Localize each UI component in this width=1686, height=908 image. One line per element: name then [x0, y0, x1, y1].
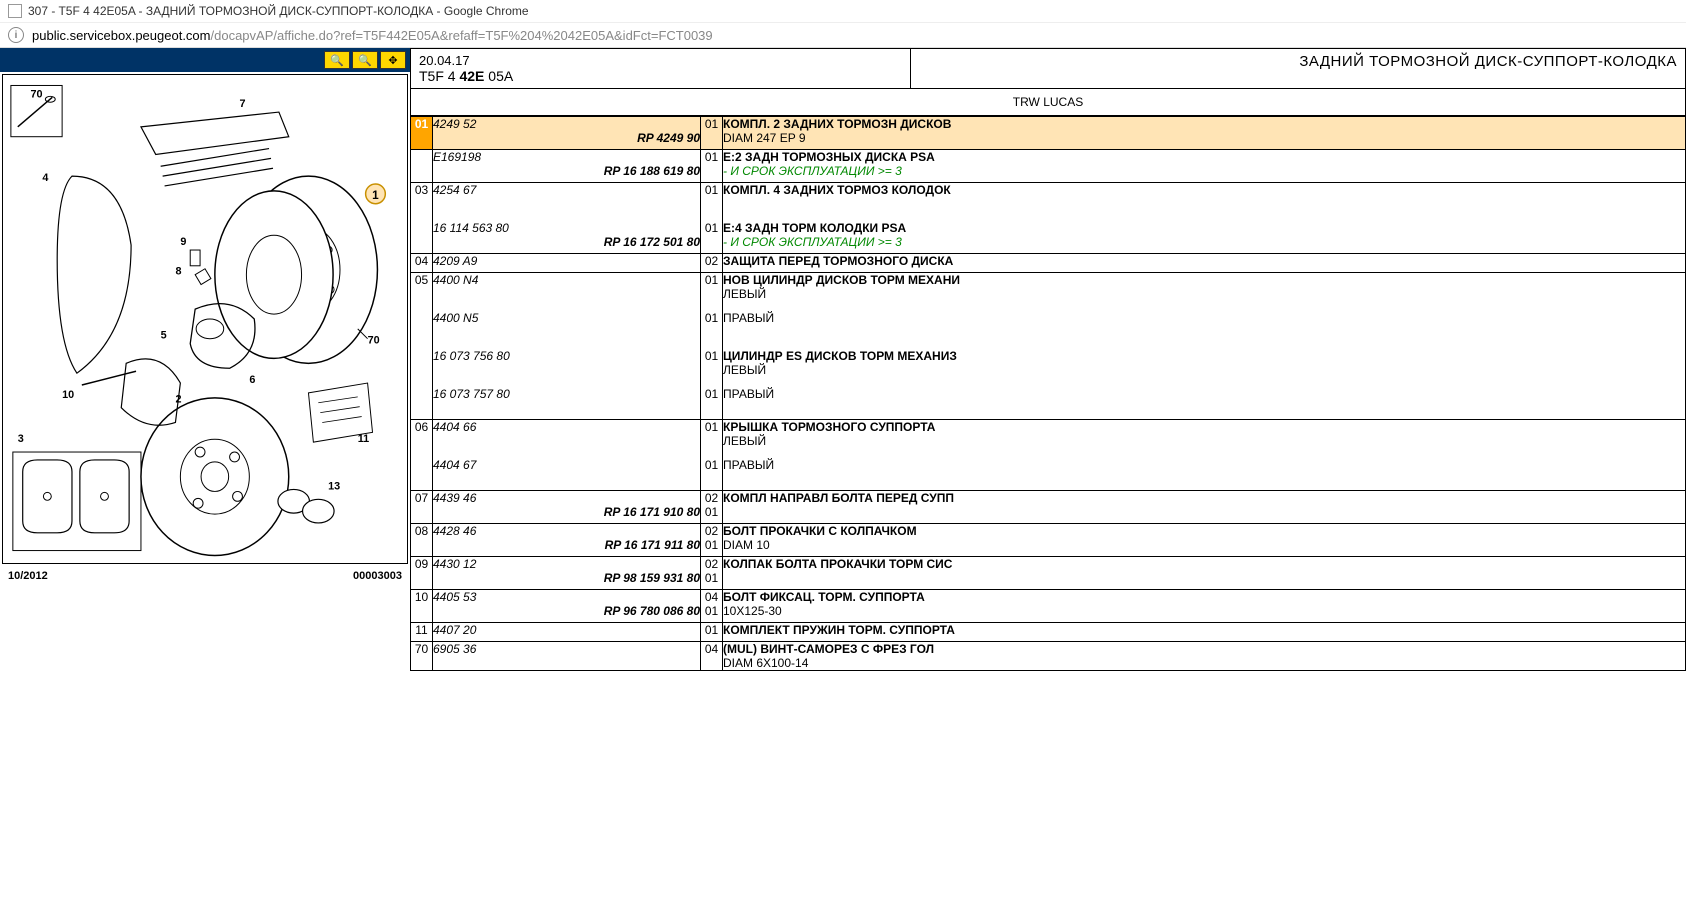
- part-number: 10: [411, 590, 433, 623]
- part-row[interactable]: 074439 46RP 16 171 910 800201КОМПЛ НАПРА…: [411, 491, 1686, 524]
- part-description: (MUL) ВИНТ-САМОРЕЗ С ФРЕЗ ГОЛDIAM 6X100-…: [723, 642, 1686, 671]
- part-reference: 4430 12RP 98 159 931 80: [433, 557, 701, 590]
- part-reference: 6905 36: [433, 642, 701, 671]
- part-description: КРЫШКА ТОРМОЗНОГО СУППОРТАЛЕВЫЙПРАВЫЙ: [723, 420, 1686, 491]
- part-number: 01: [411, 117, 433, 150]
- part-reference: 4405 53RP 96 780 086 80: [433, 590, 701, 623]
- part-row[interactable]: 104405 53RP 96 780 086 800401БОЛТ ФИКСАЦ…: [411, 590, 1686, 623]
- part-qty: 01: [701, 117, 723, 150]
- part-qty: 01: [701, 623, 723, 642]
- part-description: E:2 ЗАДН ТОРМОЗНЫХ ДИСКА PSA- И СРОК ЭКС…: [723, 150, 1686, 183]
- svg-text:4: 4: [42, 172, 48, 184]
- part-description: КОМПЛ НАПРАВЛ БОЛТА ПЕРЕД СУПП: [723, 491, 1686, 524]
- part-qty: 01: [701, 150, 723, 183]
- part-reference: 4439 46RP 16 171 910 80: [433, 491, 701, 524]
- part-number: 70: [411, 642, 433, 671]
- zoom-in-button[interactable]: 🔍: [324, 51, 350, 69]
- diagram-panel: 🔍 🔍 ✥ 70 7 4: [0, 48, 410, 671]
- diagram-date: 10/2012: [8, 570, 48, 582]
- svg-text:7: 7: [239, 98, 245, 110]
- part-number: 03: [411, 183, 433, 254]
- part-qty: 04: [701, 642, 723, 671]
- zoom-out-button[interactable]: 🔍: [352, 51, 378, 69]
- part-qty: 0401: [701, 590, 723, 623]
- part-row[interactable]: 094430 12RP 98 159 931 800201КОЛПАК БОЛТ…: [411, 557, 1686, 590]
- browser-tab[interactable]: 307 - T5F 4 42E05A - ЗАДНИЙ ТОРМОЗНОЙ ДИ…: [0, 0, 1686, 22]
- part-reference: 4400 N44400 N516 073 756 8016 073 757 80: [433, 273, 701, 420]
- part-number: 07: [411, 491, 433, 524]
- svg-text:70: 70: [368, 335, 380, 347]
- part-number: 06: [411, 420, 433, 491]
- part-description: ЗАЩИТА ПЕРЕД ТОРМОЗНОГО ДИСКА: [723, 254, 1686, 273]
- part-reference: 4249 52RP 4249 90: [433, 117, 701, 150]
- part-reference: E169198RP 16 188 619 80: [433, 150, 701, 183]
- part-reference: 4209 A9: [433, 254, 701, 273]
- header-row: 20.04.17 T5F 4 42E 05A ЗАДНИЙ ТОРМОЗНОЙ …: [410, 48, 1686, 89]
- part-qty: 0101: [701, 183, 723, 254]
- supplier-row: TRW LUCAS: [410, 89, 1686, 116]
- browser-chrome: 307 - T5F 4 42E05A - ЗАДНИЙ ТОРМОЗНОЙ ДИ…: [0, 0, 1686, 48]
- part-reference: 4407 20: [433, 623, 701, 642]
- part-qty: 0201: [701, 524, 723, 557]
- part-row[interactable]: 706905 3604(MUL) ВИНТ-САМОРЕЗ С ФРЕЗ ГОЛ…: [411, 642, 1686, 671]
- svg-text:5: 5: [161, 330, 167, 342]
- part-number: 04: [411, 254, 433, 273]
- diagram-code: 00003003: [353, 570, 402, 582]
- part-qty: 02: [701, 254, 723, 273]
- svg-text:8: 8: [175, 266, 181, 278]
- zoom-fit-button[interactable]: ✥: [380, 51, 406, 69]
- part-reference: 4428 46RP 16 171 911 80: [433, 524, 701, 557]
- page-icon: [8, 4, 22, 18]
- part-description: КОМПЛЕКТ ПРУЖИН ТОРМ. СУППОРТА: [723, 623, 1686, 642]
- part-reference: 4404 664404 67: [433, 420, 701, 491]
- svg-text:13: 13: [328, 480, 340, 492]
- svg-text:3: 3: [18, 433, 24, 445]
- part-qty: 0201: [701, 557, 723, 590]
- part-row[interactable]: 114407 2001КОМПЛЕКТ ПРУЖИН ТОРМ. СУППОРТ…: [411, 623, 1686, 642]
- info-icon[interactable]: i: [8, 27, 24, 43]
- svg-text:1: 1: [372, 188, 379, 202]
- part-description: КОЛПАК БОЛТА ПРОКАЧКИ ТОРМ СИС: [723, 557, 1686, 590]
- header-date: 20.04.17: [419, 53, 902, 68]
- part-number: [411, 150, 433, 183]
- parts-table: 014249 52RP 4249 9001КОМПЛ. 2 ЗАДНИХ ТОР…: [410, 116, 1686, 671]
- svg-text:10: 10: [62, 389, 74, 401]
- parts-list-panel: 20.04.17 T5F 4 42E 05A ЗАДНИЙ ТОРМОЗНОЙ …: [410, 48, 1686, 671]
- part-row[interactable]: 054400 N44400 N516 073 756 8016 073 757 …: [411, 273, 1686, 420]
- svg-text:70: 70: [30, 88, 42, 100]
- part-row[interactable]: 034254 6716 114 563 80RP 16 172 501 8001…: [411, 183, 1686, 254]
- part-number: 05: [411, 273, 433, 420]
- part-row[interactable]: 014249 52RP 4249 9001КОМПЛ. 2 ЗАДНИХ ТОР…: [411, 117, 1686, 150]
- part-row[interactable]: 084428 46RP 16 171 911 800201БОЛТ ПРОКАЧ…: [411, 524, 1686, 557]
- diagram-toolbar: 🔍 🔍 ✥: [0, 48, 410, 72]
- svg-text:9: 9: [180, 236, 186, 248]
- part-description: БОЛТ ФИКСАЦ. ТОРМ. СУППОРТА10X125-30: [723, 590, 1686, 623]
- part-reference: 4254 6716 114 563 80RP 16 172 501 80: [433, 183, 701, 254]
- part-description: КОМПЛ. 2 ЗАДНИХ ТОРМОЗН ДИСКОВDIAM 247 E…: [723, 117, 1686, 150]
- url: public.servicebox.peugeot.com/docapvAP/a…: [32, 28, 713, 43]
- part-number: 09: [411, 557, 433, 590]
- part-row[interactable]: 064404 664404 670101КРЫШКА ТОРМОЗНОГО СУ…: [411, 420, 1686, 491]
- address-bar[interactable]: i public.servicebox.peugeot.com/docapvAP…: [0, 22, 1686, 47]
- header-title: ЗАДНИЙ ТОРМОЗНОЙ ДИСК-СУППОРТ-КОЛОДКА: [911, 49, 1685, 88]
- tab-title: 307 - T5F 4 42E05A - ЗАДНИЙ ТОРМОЗНОЙ ДИ…: [28, 4, 529, 18]
- parts-diagram[interactable]: 70 7 4: [2, 74, 408, 564]
- part-qty: 0101: [701, 420, 723, 491]
- header-code: T5F 4 42E 05A: [419, 68, 902, 84]
- part-description: КОМПЛ. 4 ЗАДНИХ ТОРМОЗ КОЛОДОКE:4 ЗАДН Т…: [723, 183, 1686, 254]
- part-qty: 01010101: [701, 273, 723, 420]
- part-row[interactable]: 044209 A902ЗАЩИТА ПЕРЕД ТОРМОЗНОГО ДИСКА: [411, 254, 1686, 273]
- part-description: НОВ ЦИЛИНДР ДИСКОВ ТОРМ МЕХАНИЛЕВЫЙПРАВЫ…: [723, 273, 1686, 420]
- svg-text:6: 6: [249, 374, 255, 386]
- part-number: 08: [411, 524, 433, 557]
- part-row[interactable]: E169198RP 16 188 619 8001E:2 ЗАДН ТОРМОЗ…: [411, 150, 1686, 183]
- part-qty: 0201: [701, 491, 723, 524]
- part-number: 11: [411, 623, 433, 642]
- part-description: БОЛТ ПРОКАЧКИ С КОЛПАЧКОМDIAM 10: [723, 524, 1686, 557]
